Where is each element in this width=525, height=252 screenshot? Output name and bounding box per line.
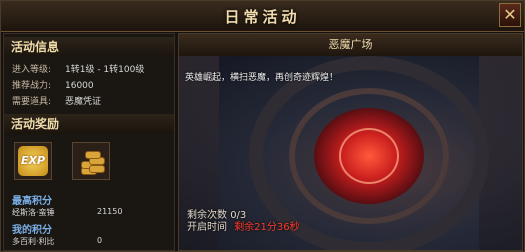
title-bar: 日常活动 ✕ <box>1 1 524 32</box>
exp-reward-slot[interactable]: EXP <box>14 142 52 180</box>
gold-coins-icon <box>79 147 105 175</box>
recommended-power-label: 推荐战力: <box>12 81 52 91</box>
my-score-label: 我的积分 <box>12 225 52 236</box>
open-time-label: 开启时间 <box>187 222 227 233</box>
required-item-row: 需要道具: 恶魔凭证 <box>12 96 101 108</box>
highest-score-row: 经斯洛·蛮锤 21150 <box>12 207 122 218</box>
scene-description: 英雄崛起，横扫恶魔，再创奇迹辉煌！ <box>185 73 339 83</box>
gold-reward-slot[interactable] <box>72 142 110 180</box>
required-item-label: 需要道具: <box>12 97 52 107</box>
highest-score-value: 21150 <box>97 207 123 216</box>
activity-rewards-header: 活动奖励 <box>4 114 174 134</box>
highest-score-player: 经斯洛·蛮锤 <box>12 208 55 217</box>
open-time: 开启时间 剩余21分36秒 <box>187 218 300 233</box>
close-button[interactable]: ✕ <box>499 3 521 27</box>
info-panel: 活动信息 进入等级: 1转1级 - 1转100级 推荐战力: 16000 需要道… <box>3 33 175 251</box>
window-title: 日常活动 <box>224 8 301 26</box>
entry-level-value: 1转1级 - 1转100级 <box>65 65 145 75</box>
my-score-value: 0 <box>97 236 103 245</box>
highest-score-label: 最高积分 <box>12 196 52 207</box>
entry-level-label: 进入等级: <box>12 65 52 75</box>
inner-seal-ring <box>339 128 399 184</box>
recommended-power-row: 推荐战力: 16000 <box>12 80 94 92</box>
entry-level-row: 进入等级: 1转1级 - 1转100级 <box>12 64 144 76</box>
scene-panel: 恶魔广场 英雄崛起，横扫恶魔，再创奇迹辉煌！ 剩余次数 0/3 开启时间 剩余2… <box>178 33 523 251</box>
my-score-player: 多百利·利比 <box>12 237 55 246</box>
my-score-row: 多百利·利比 0 <box>12 236 102 247</box>
daily-activity-window: 日常活动 ✕ 活动信息 进入等级: 1转1级 - 1转100级 推荐战力: 16… <box>0 0 525 252</box>
countdown-text: 剩余21分36秒 <box>234 222 300 233</box>
exp-icon: EXP <box>18 146 48 176</box>
activity-info-header: 活动信息 <box>4 37 174 57</box>
scene-title: 恶魔广场 <box>179 34 522 57</box>
recommended-power-value: 16000 <box>65 81 94 91</box>
required-item-value: 恶魔凭证 <box>65 97 102 107</box>
